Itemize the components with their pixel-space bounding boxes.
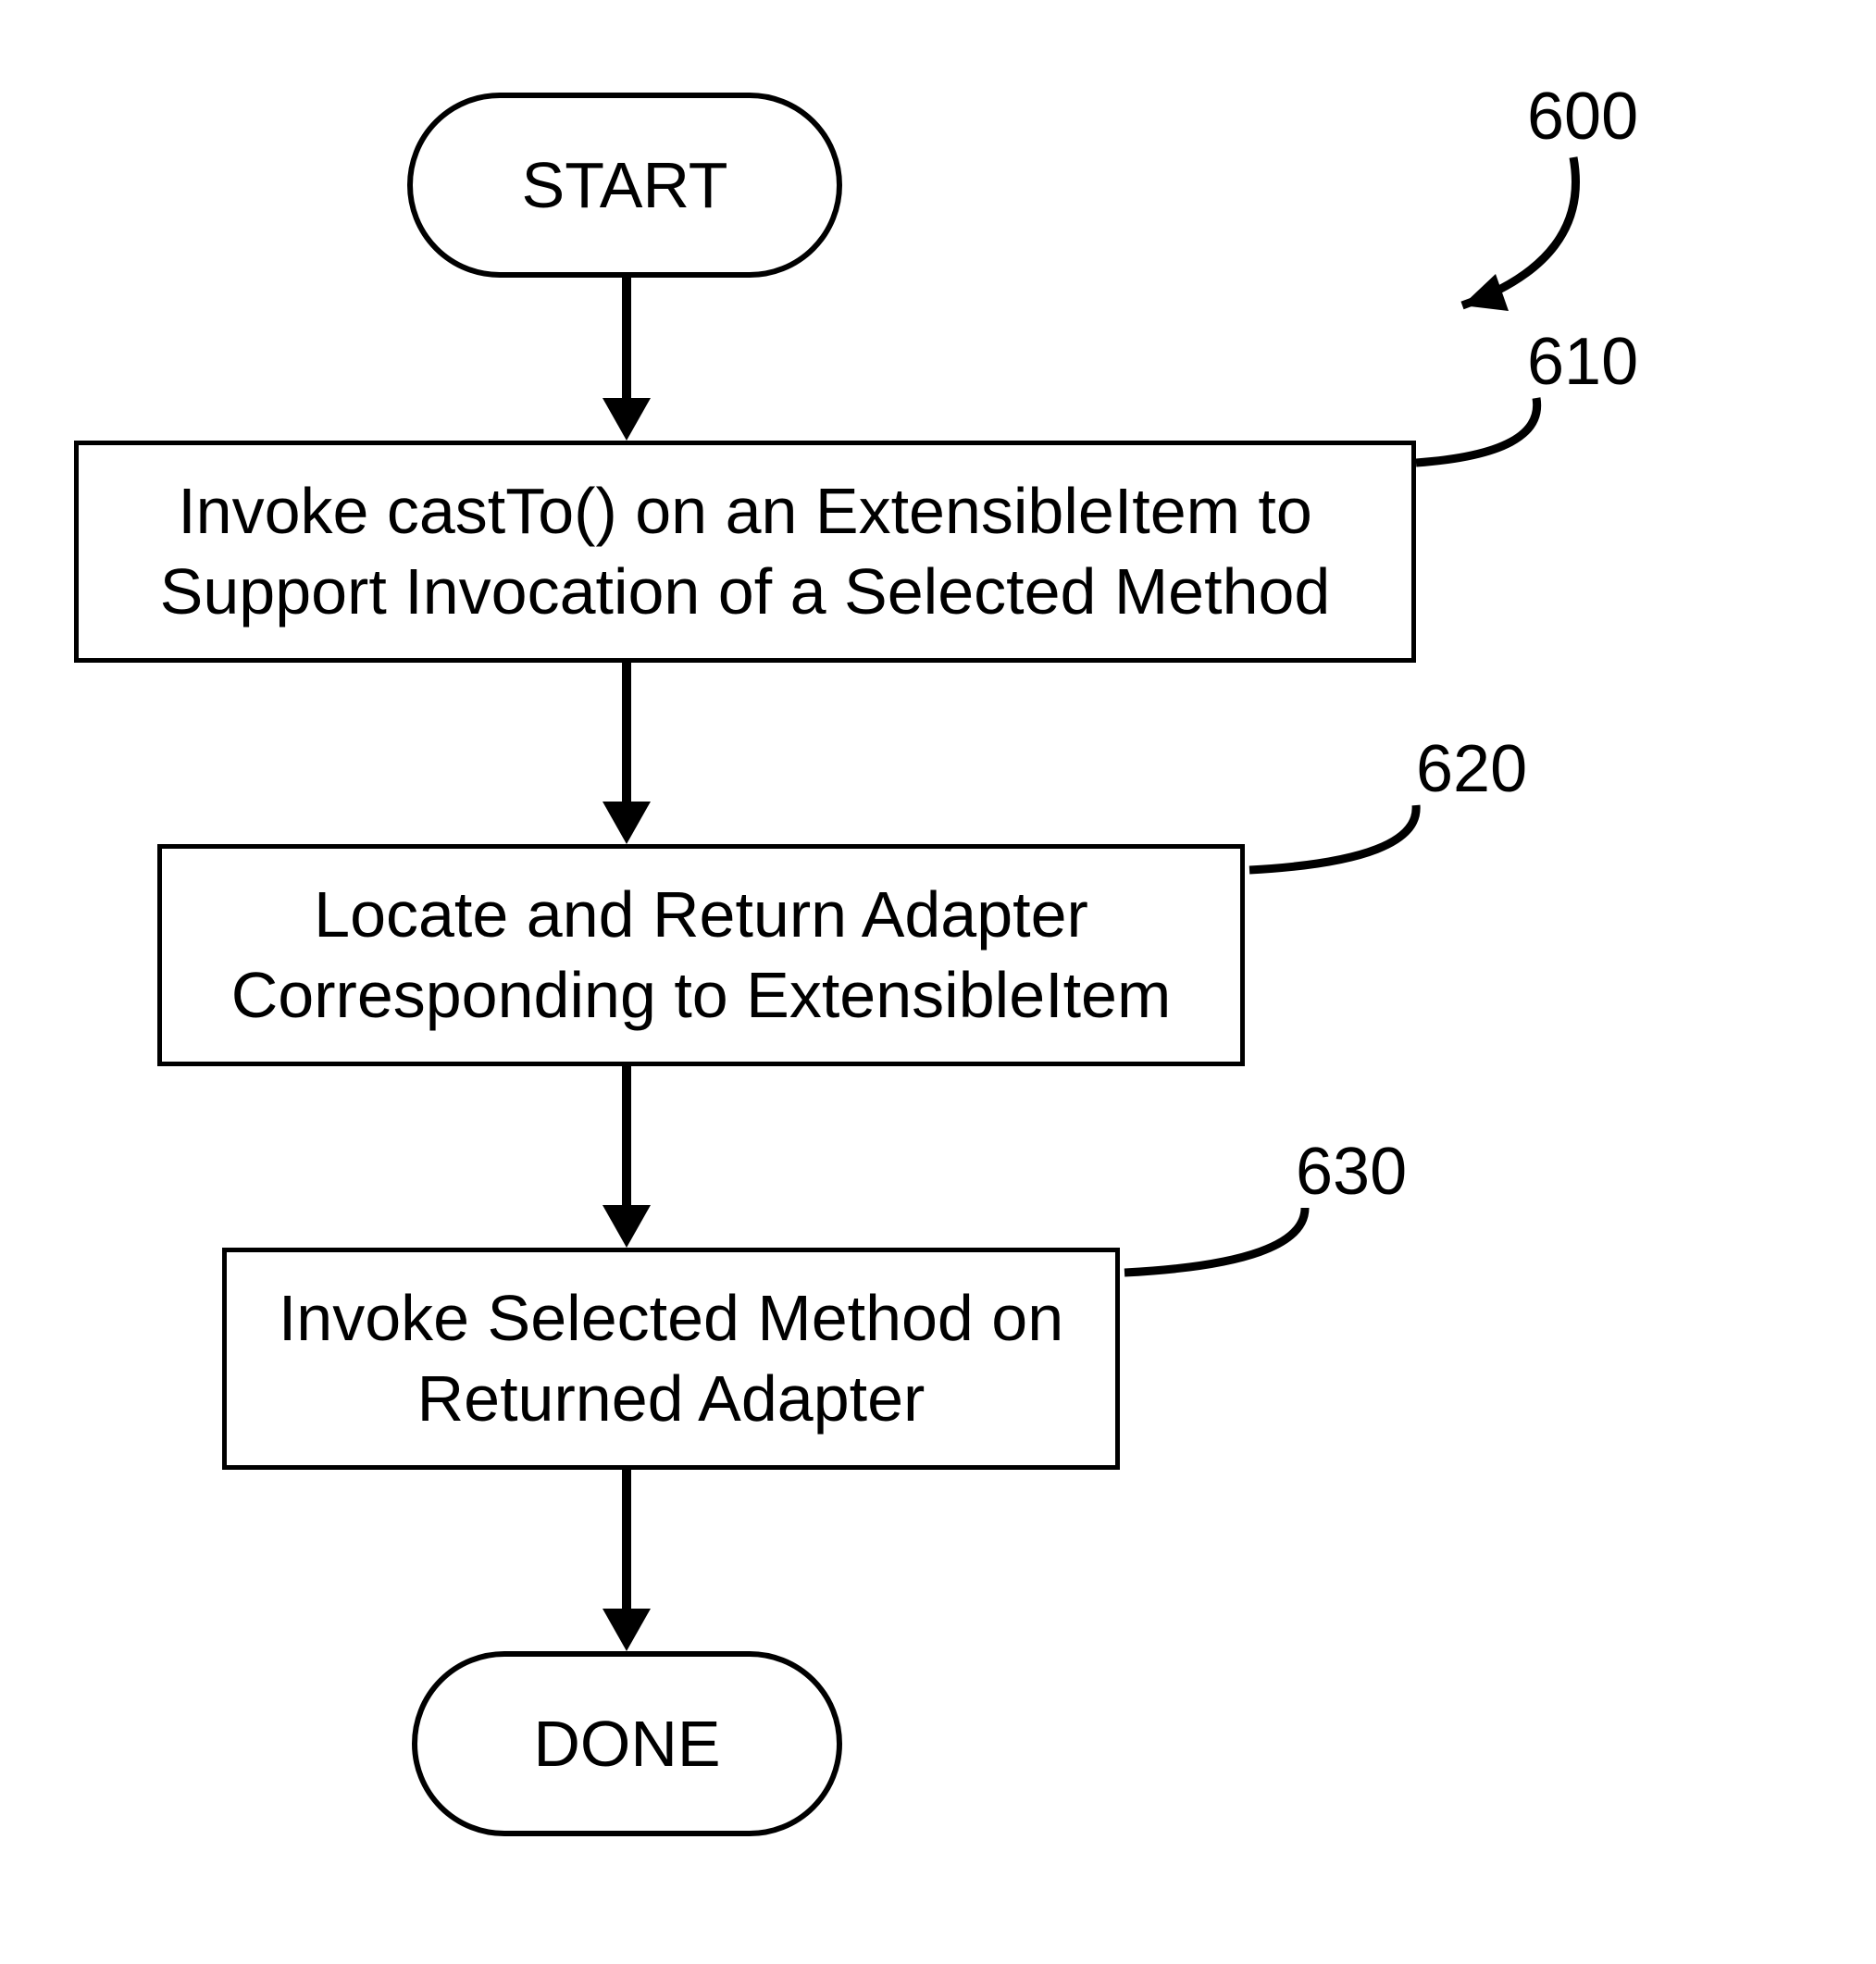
- ref-620-leader: [1231, 796, 1462, 907]
- arrow-4-head: [603, 1609, 651, 1651]
- step-1-text: Invoke castTo() on an ExtensibleItem to …: [97, 471, 1393, 633]
- arrow-3-line: [622, 1066, 631, 1210]
- step-3-box: Invoke Selected Method on Returned Adapt…: [222, 1248, 1120, 1470]
- done-label: DONE: [533, 1707, 720, 1781]
- start-terminal: START: [407, 93, 842, 278]
- step-2-box: Locate and Return Adapter Corresponding …: [157, 844, 1245, 1066]
- ref-610-leader: [1398, 389, 1583, 500]
- arrow-4-line: [622, 1470, 631, 1613]
- ref-600: 600: [1527, 79, 1638, 155]
- done-terminal: DONE: [412, 1651, 842, 1836]
- ref-600-leader: [1407, 148, 1638, 333]
- arrow-3-head: [603, 1205, 651, 1248]
- step-1-box: Invoke castTo() on an ExtensibleItem to …: [74, 441, 1416, 663]
- arrow-2-line: [622, 663, 631, 806]
- arrow-1-head: [603, 398, 651, 441]
- arrow-2-head: [603, 802, 651, 844]
- ref-630-leader: [1106, 1199, 1347, 1310]
- step-2-text: Locate and Return Adapter Corresponding …: [180, 875, 1222, 1037]
- flowchart-canvas: START Invoke castTo() on an ExtensibleIt…: [0, 0, 1876, 1964]
- step-3-text: Invoke Selected Method on Returned Adapt…: [245, 1278, 1097, 1440]
- arrow-1-line: [622, 278, 631, 403]
- start-label: START: [522, 148, 728, 222]
